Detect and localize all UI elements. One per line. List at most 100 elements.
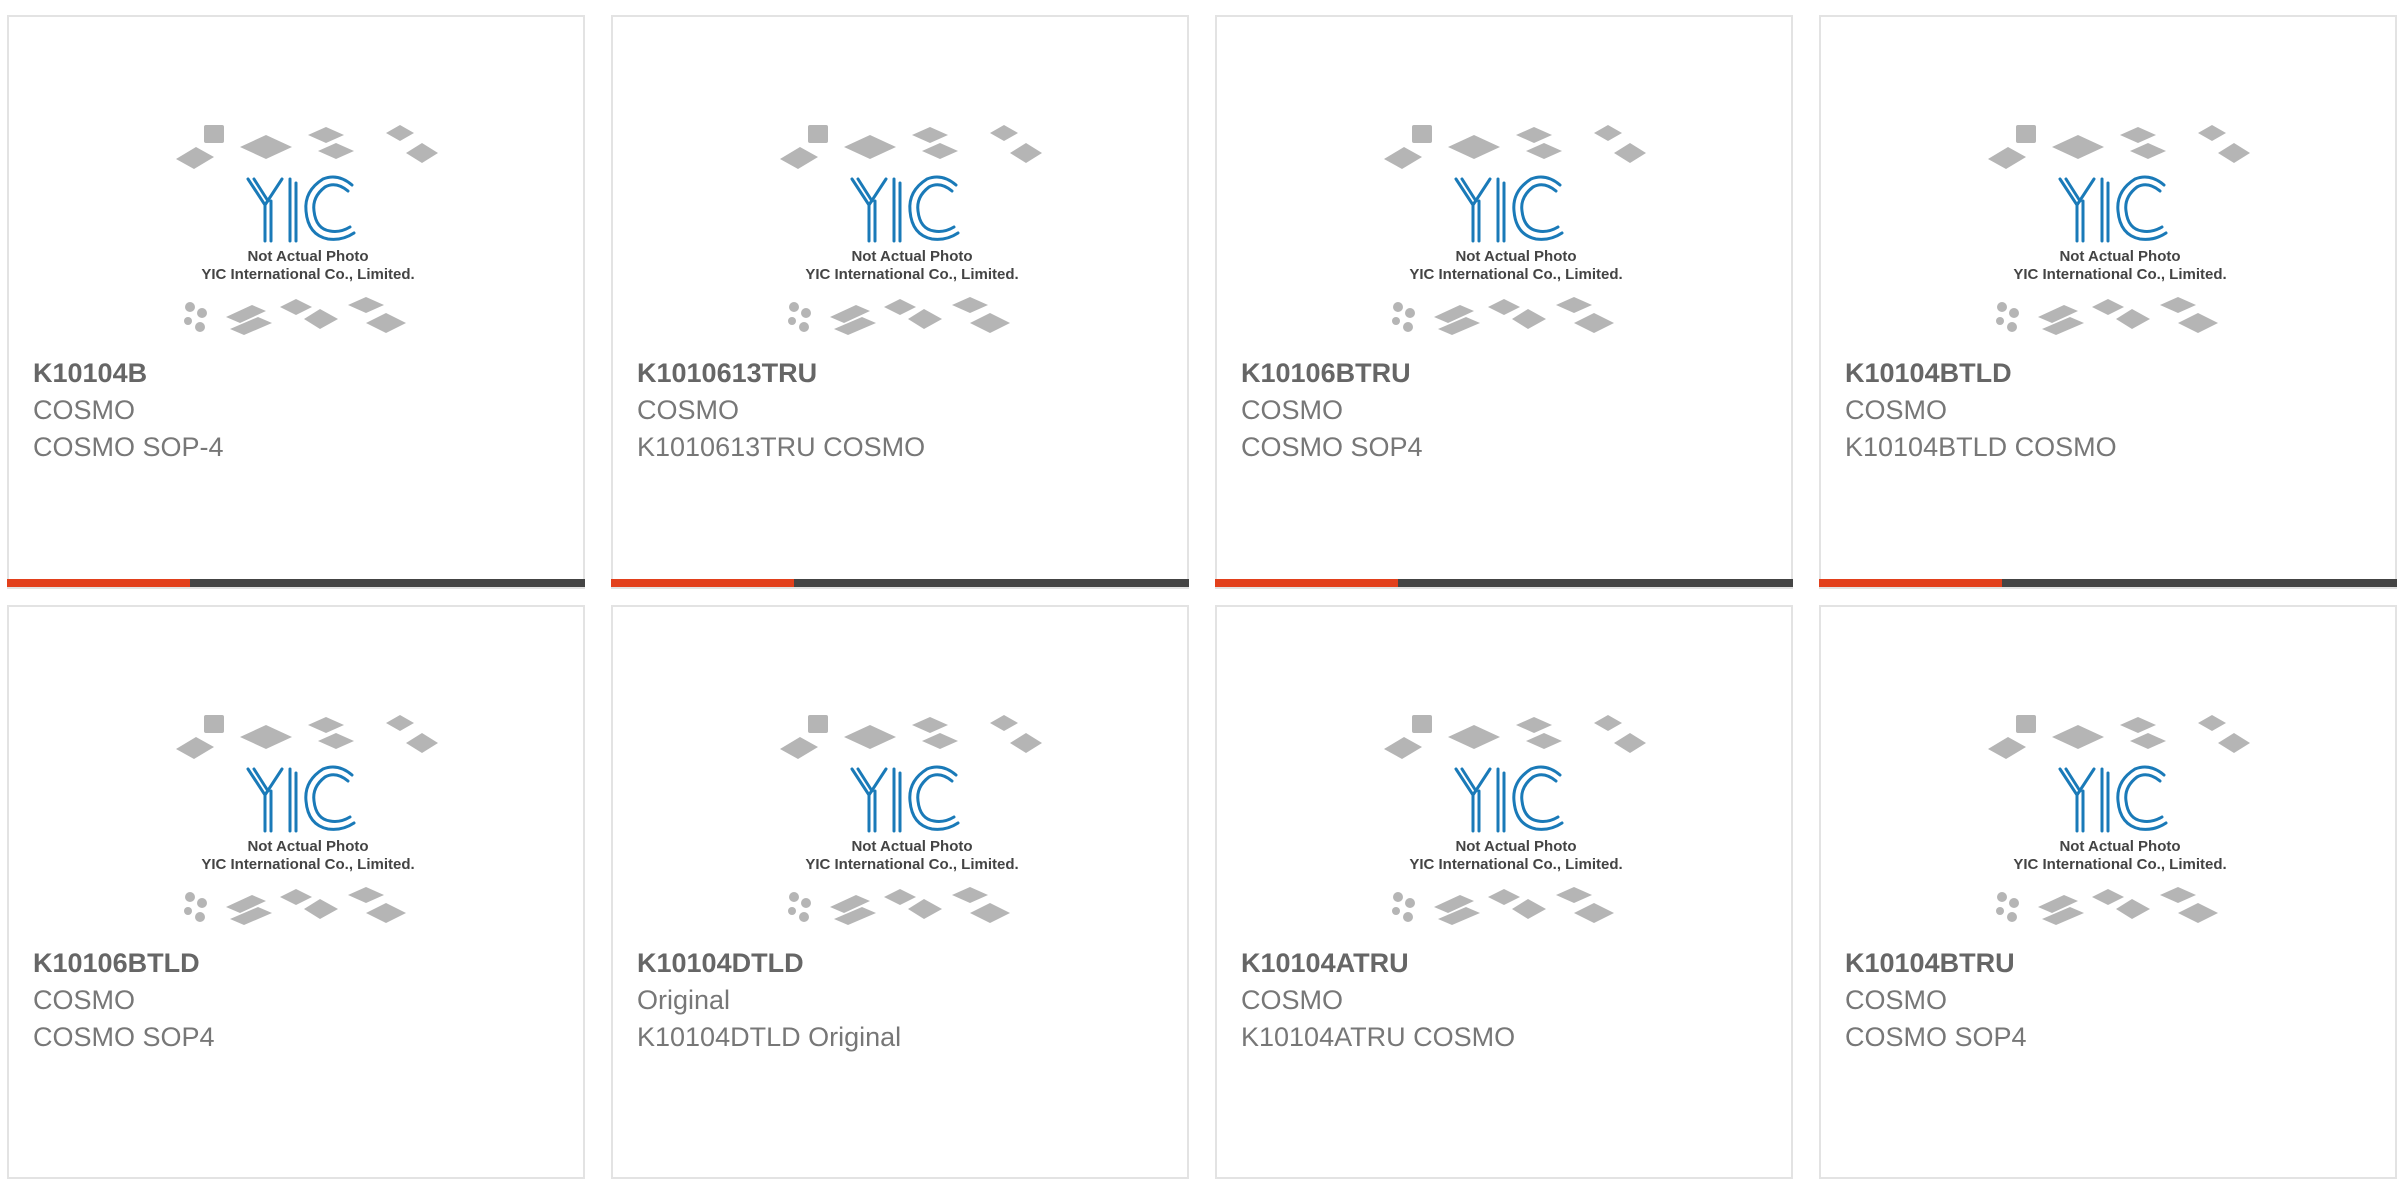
brand-label: COSMO bbox=[1241, 985, 1344, 1015]
brand-label: COSMO bbox=[1241, 395, 1344, 425]
bottom-chips-graphic bbox=[788, 297, 1010, 335]
yic-logo-icon bbox=[850, 175, 960, 243]
placeholder-photo: Not Actual PhotoYIC International Co., L… bbox=[176, 715, 438, 925]
top-chips-graphic bbox=[1384, 715, 1646, 759]
product-info: K10106BTRU COSMO COSMO SOP4 bbox=[1241, 355, 1781, 466]
product-image[interactable]: Not Actual Photo YIC International Co., L… bbox=[1980, 697, 2260, 957]
card-accent-bar bbox=[611, 579, 794, 587]
product-info: K1010613TRU COSMO K1010613TRU COSMO bbox=[637, 355, 1177, 466]
part-number[interactable]: K10106BTRU bbox=[1241, 355, 1781, 392]
part-number[interactable]: K10104B bbox=[33, 355, 573, 392]
brand-label: COSMO bbox=[33, 395, 136, 425]
image-company: YIC International Co., Limited. bbox=[1409, 266, 1622, 283]
product-info: K10104B COSMO COSMO SOP-4 bbox=[33, 355, 573, 466]
description-label: K1010613TRU COSMO bbox=[637, 432, 926, 462]
product-card[interactable]: Not Actual Photo YIC International Co., L… bbox=[611, 15, 1189, 589]
product-info: K10104ATRU COSMO K10104ATRU COSMO bbox=[1241, 945, 1781, 1056]
image-caption: Not Actual Photo bbox=[1455, 838, 1576, 855]
card-bottom-bar bbox=[1215, 579, 1793, 587]
product-image[interactable]: Not Actual Photo YIC International Co., L… bbox=[772, 697, 1052, 957]
bottom-chips-graphic bbox=[184, 887, 406, 925]
product-card[interactable]: Not Actual Photo YIC International Co., L… bbox=[1215, 605, 1793, 1179]
yic-logo-icon bbox=[2058, 175, 2168, 243]
card-bottom-bar bbox=[611, 579, 1189, 587]
brand-label: COSMO bbox=[33, 985, 136, 1015]
yic-logo-icon bbox=[246, 175, 356, 243]
brand-label: Original bbox=[637, 985, 731, 1015]
placeholder-photo: Not Actual PhotoYIC International Co., L… bbox=[1384, 715, 1646, 925]
top-chips-graphic bbox=[780, 715, 1042, 759]
product-image[interactable]: Not Actual Photo YIC International Co., L… bbox=[1376, 107, 1656, 367]
product-info: K10104DTLD Original K10104DTLD Original bbox=[637, 945, 1177, 1056]
description-label: COSMO SOP4 bbox=[33, 1022, 215, 1052]
product-card[interactable]: Not Actual Photo YIC International Co., L… bbox=[7, 605, 585, 1179]
part-number[interactable]: K1010613TRU bbox=[637, 355, 1177, 392]
product-image[interactable]: Not Actual Photo YIC International Co., L… bbox=[168, 107, 448, 367]
description-label: K10104ATRU COSMO bbox=[1241, 1022, 1516, 1052]
image-company: YIC International Co., Limited. bbox=[2013, 266, 2226, 283]
part-number[interactable]: K10104BTLD bbox=[1845, 355, 2385, 392]
image-caption: Not Actual Photo bbox=[2059, 838, 2180, 855]
image-caption: Not Actual Photo bbox=[851, 838, 972, 855]
yic-logo-icon bbox=[1454, 175, 1564, 243]
product-card[interactable]: Not Actual Photo YIC International Co., L… bbox=[1819, 605, 2397, 1179]
description-label: COSMO SOP4 bbox=[1241, 432, 1423, 462]
card-accent-bar bbox=[7, 579, 190, 587]
image-caption: Not Actual Photo bbox=[247, 838, 368, 855]
placeholder-photo: Not Actual PhotoYIC International Co., L… bbox=[780, 125, 1042, 335]
product-grid: Not Actual Photo YIC International Co., L… bbox=[0, 0, 2400, 1179]
part-number[interactable]: K10104DTLD bbox=[637, 945, 1177, 982]
product-card[interactable]: Not Actual Photo YIC International Co., L… bbox=[7, 15, 585, 589]
placeholder-photo: Not Actual PhotoYIC International Co., L… bbox=[1384, 125, 1646, 335]
product-image[interactable]: Not Actual Photo YIC International Co., L… bbox=[1980, 107, 2260, 367]
image-caption: Not Actual Photo bbox=[1455, 248, 1576, 265]
top-chips-graphic bbox=[1988, 715, 2250, 759]
image-caption: Not Actual Photo bbox=[851, 248, 972, 265]
brand-label: COSMO bbox=[1845, 395, 1948, 425]
image-company: YIC International Co., Limited. bbox=[2013, 856, 2226, 873]
top-chips-graphic bbox=[1384, 125, 1646, 169]
product-card[interactable]: Not Actual Photo YIC International Co., L… bbox=[611, 605, 1189, 1179]
part-number[interactable]: K10104ATRU bbox=[1241, 945, 1781, 982]
top-chips-graphic bbox=[780, 125, 1042, 169]
card-accent-bar bbox=[1215, 579, 1398, 587]
brand-label: COSMO bbox=[637, 395, 740, 425]
description-label: K10104DTLD Original bbox=[637, 1022, 902, 1052]
product-info: K10104BTRU COSMO COSMO SOP4 bbox=[1845, 945, 2385, 1056]
bottom-chips-graphic bbox=[1996, 887, 2218, 925]
bottom-chips-graphic bbox=[184, 297, 406, 335]
placeholder-photo: Not Actual PhotoYIC International Co., L… bbox=[176, 125, 438, 335]
image-company: YIC International Co., Limited. bbox=[201, 266, 414, 283]
bottom-chips-graphic bbox=[1996, 297, 2218, 335]
yic-logo-icon bbox=[1454, 765, 1564, 833]
description-label: COSMO SOP-4 bbox=[33, 432, 224, 462]
placeholder-photo: Not Actual PhotoYIC International Co., L… bbox=[1988, 125, 2250, 335]
image-caption: Not Actual Photo bbox=[2059, 248, 2180, 265]
image-company: YIC International Co., Limited. bbox=[1409, 856, 1622, 873]
part-number[interactable]: K10104BTRU bbox=[1845, 945, 2385, 982]
product-info: K10106BTLD COSMO COSMO SOP4 bbox=[33, 945, 573, 1056]
bottom-chips-graphic bbox=[788, 887, 1010, 925]
product-card[interactable]: Not Actual Photo YIC International Co., L… bbox=[1215, 15, 1793, 589]
image-caption: Not Actual Photo bbox=[247, 248, 368, 265]
image-company: YIC International Co., Limited. bbox=[201, 856, 414, 873]
brand-label: COSMO bbox=[1845, 985, 1948, 1015]
product-image[interactable]: Not Actual Photo YIC International Co., L… bbox=[1376, 697, 1656, 957]
part-number[interactable]: K10106BTLD bbox=[33, 945, 573, 982]
placeholder-photo: Not Actual PhotoYIC International Co., L… bbox=[780, 715, 1042, 925]
product-info: K10104BTLD COSMO K10104BTLD COSMO bbox=[1845, 355, 2385, 466]
image-company: YIC International Co., Limited. bbox=[805, 266, 1018, 283]
yic-logo-icon bbox=[246, 765, 356, 833]
card-bottom-bar bbox=[1819, 579, 2397, 587]
product-image[interactable]: Not Actual Photo YIC International Co., L… bbox=[772, 107, 1052, 367]
description-label: COSMO SOP4 bbox=[1845, 1022, 2027, 1052]
product-image[interactable]: Not Actual Photo YIC International Co., L… bbox=[168, 697, 448, 957]
image-company: YIC International Co., Limited. bbox=[805, 856, 1018, 873]
card-bottom-bar bbox=[7, 579, 585, 587]
yic-logo-icon bbox=[850, 765, 960, 833]
top-chips-graphic bbox=[176, 715, 438, 759]
bottom-chips-graphic bbox=[1392, 887, 1614, 925]
description-label: K10104BTLD COSMO bbox=[1845, 432, 2117, 462]
product-card[interactable]: Not Actual Photo YIC International Co., L… bbox=[1819, 15, 2397, 589]
top-chips-graphic bbox=[1988, 125, 2250, 169]
